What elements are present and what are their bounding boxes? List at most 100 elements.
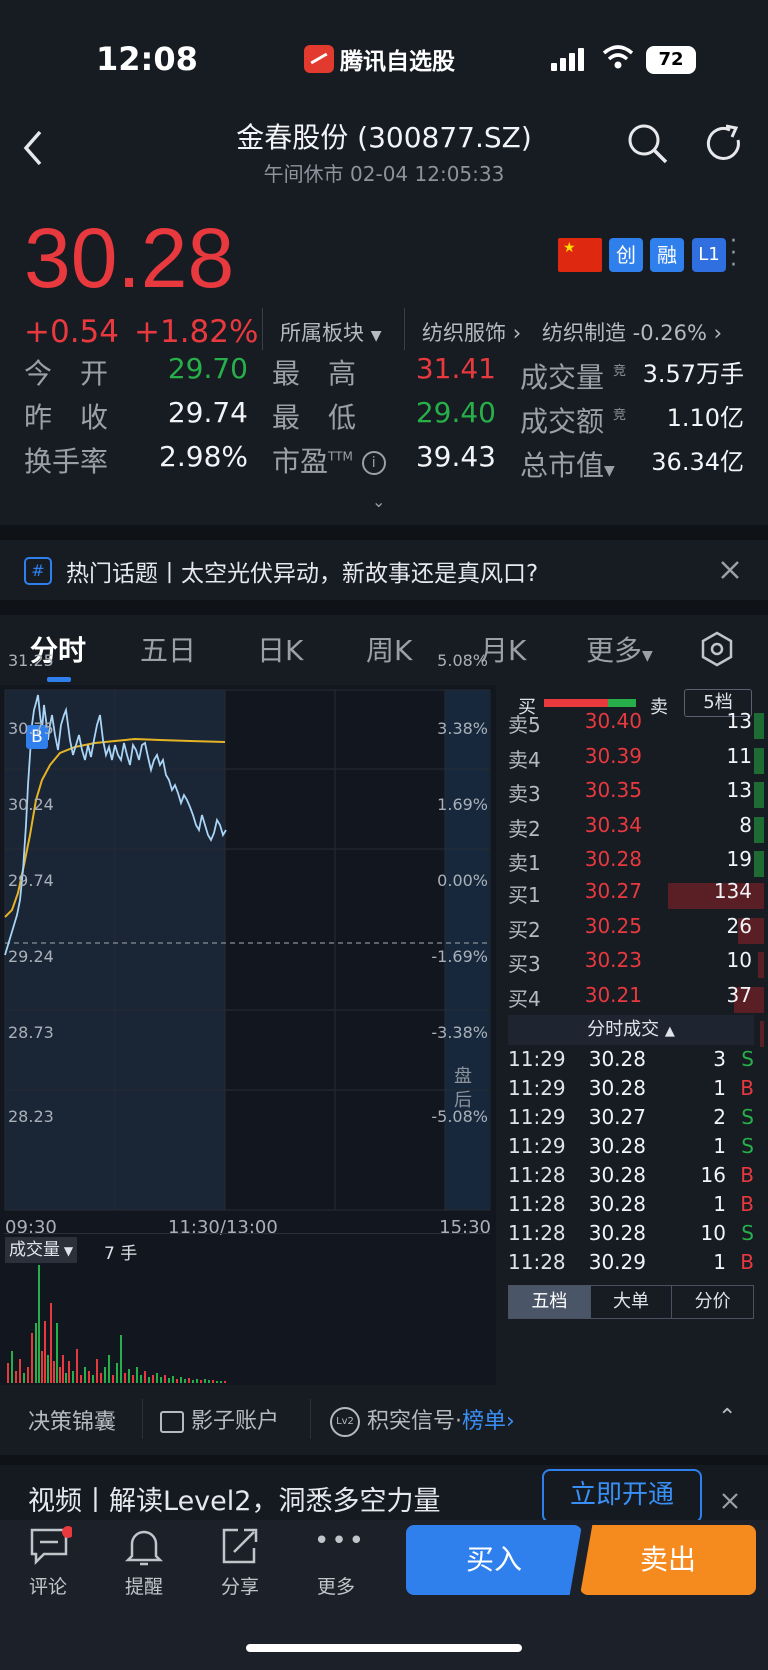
last-price: 30.28 — [24, 211, 235, 305]
ask-depth-bar — [754, 713, 764, 739]
tick-side: S — [741, 1221, 754, 1245]
level2-promo[interactable]: 视频丨解读Level2，洞悉多空力量 立即开通 — [0, 1465, 768, 1523]
y-axis-pct-tick: 1.69% — [437, 795, 488, 814]
bid-qty: 10 — [726, 948, 752, 972]
info-icon[interactable]: i — [361, 451, 386, 475]
bid-level-label: 买1 — [508, 883, 541, 907]
auction-mark: 竞 — [613, 364, 627, 379]
ask-row[interactable]: 卖5 30.40 13 — [496, 709, 768, 743]
more-vertical-icon[interactable]: · · · — [730, 231, 737, 277]
refresh-icon[interactable] — [702, 122, 746, 166]
tick-row: 11:28 30.28 10 S — [496, 1221, 768, 1250]
bid-price: 30.27 — [584, 879, 642, 903]
amount-value: 1.10亿 — [666, 404, 744, 432]
ask-row[interactable]: 卖1 30.28 19 — [496, 847, 768, 881]
nav-share[interactable]: 分享 — [212, 1572, 268, 1599]
y-axis-pct-tick: -3.38% — [431, 1023, 488, 1042]
volume-indicator-dropdown[interactable]: 成交量 ▼ — [5, 1237, 78, 1263]
footer-tab-price-distribution[interactable]: 分价 — [671, 1286, 753, 1318]
tick-time: 11:29 — [508, 1076, 566, 1100]
sector-dropdown[interactable]: 所属板块 ▼ — [280, 317, 381, 347]
activate-button[interactable]: 立即开通 — [542, 1469, 702, 1523]
close-icon[interactable] — [718, 558, 742, 582]
home-indicator — [246, 1644, 522, 1652]
battery-indicator: 72 — [646, 46, 696, 74]
tick-side: B — [740, 1250, 754, 1274]
collapse-chevron-icon[interactable]: ⌃ — [718, 1405, 736, 1430]
tab-weekly-k[interactable]: 周K — [366, 629, 412, 669]
tick-side: B — [740, 1192, 754, 1216]
tick-side: B — [740, 1163, 754, 1187]
divider — [4, 1233, 490, 1234]
ask-depth-bar — [754, 851, 764, 877]
tab-five-day[interactable]: 五日 — [140, 629, 196, 669]
market-cap-dropdown[interactable]: 总市值▼ — [520, 444, 615, 484]
bid-row[interactable]: 买1 30.27 134 — [496, 879, 768, 913]
bid-row[interactable]: 买2 30.25 26 — [496, 914, 768, 948]
tab-more[interactable]: 更多▼ — [586, 629, 653, 669]
y-axis-tick: 30.75 — [8, 719, 54, 738]
volume-bars — [7, 1265, 226, 1383]
y-axis-pct-tick: 5.08% — [437, 651, 488, 670]
topic-banner[interactable]: # 热门话题丨太空光伏异动，新故事还是真风口? — [0, 540, 768, 600]
ask-row[interactable]: 卖3 30.35 13 — [496, 778, 768, 812]
tab-daily-k[interactable]: 日K — [257, 629, 303, 669]
shadow-account-link[interactable]: 影子账户 — [160, 1403, 279, 1435]
decision-kit-link[interactable]: 决策锦囊 — [28, 1404, 116, 1436]
buy-button[interactable]: 买入 — [406, 1525, 582, 1595]
y-axis-tick: 31.25 — [8, 651, 54, 670]
sub-sector-link[interactable]: 纺织制造 -0.26% › — [542, 317, 722, 347]
sector-link[interactable]: 纺织服饰 › — [422, 317, 521, 347]
signal-link[interactable]: Lv2 积突信号·榜单› — [330, 1403, 515, 1437]
topic-text: 热门话题丨太空光伏异动，新故事还是真风口? — [66, 561, 539, 587]
divider — [142, 1399, 143, 1439]
tick-price: 30.28 — [588, 1221, 646, 1245]
bid-row[interactable]: 买4 30.21 37 — [496, 983, 768, 1017]
pe-label-text: 市盈 — [272, 445, 329, 478]
nav-alert[interactable]: 提醒 — [116, 1572, 172, 1599]
y-axis-tick: 28.23 — [8, 1107, 54, 1126]
ask-level-label: 卖5 — [508, 713, 541, 737]
tick-trades-title: 分时成交 — [587, 1019, 660, 1040]
settings-icon[interactable] — [700, 631, 734, 667]
nav-comment[interactable]: 评论 — [20, 1572, 76, 1599]
tick-qty: 2 — [713, 1105, 726, 1129]
nav-more[interactable]: 更多 — [308, 1572, 364, 1599]
footer-tab-big-orders[interactable]: 大单 — [589, 1286, 672, 1318]
expand-chevron-icon[interactable]: ⌄ — [372, 492, 385, 511]
sector-label: 所属板块 — [280, 321, 364, 345]
footer-tab-five-level[interactable]: 五档 — [509, 1286, 590, 1318]
volume-indicator-label: 成交量 — [9, 1240, 60, 1260]
ask-level-label: 卖4 — [508, 747, 541, 772]
bid-row[interactable]: 买3 30.23 10 — [496, 948, 768, 982]
tab-more-label: 更多 — [586, 634, 643, 667]
tick-trades-header[interactable]: 分时成交 ▲ — [508, 1015, 754, 1045]
bid-level-label: 买3 — [508, 952, 541, 976]
ask-qty: 11 — [726, 743, 752, 768]
sell-button[interactable]: 卖出 — [580, 1525, 756, 1595]
ask-row[interactable]: 卖4 30.39 11 — [496, 744, 768, 778]
ask-row[interactable]: 卖2 30.34 8 — [496, 813, 768, 847]
high-label: 最 高 — [272, 357, 357, 390]
auction-mark: 竞 — [613, 408, 627, 423]
tick-price: 30.28 — [588, 1134, 646, 1158]
chevron-down-icon: ▼ — [370, 328, 382, 344]
open-label: 今 开 — [24, 357, 109, 390]
volume-value: 3.57万手 — [642, 360, 744, 388]
margin-badge: 融 — [650, 238, 684, 272]
app-title: 腾讯自选股 — [304, 42, 455, 76]
lv2-icon: Lv2 — [330, 1407, 360, 1437]
close-icon[interactable] — [720, 1491, 740, 1511]
prev-close-label: 昨 收 — [24, 401, 109, 434]
y-axis-tick: 30.24 — [8, 795, 54, 814]
promo-text: 视频丨解读Level2，洞悉多空力量 — [28, 1486, 441, 1517]
tick-time: 11:28 — [508, 1192, 566, 1216]
search-icon[interactable] — [626, 122, 670, 166]
analysis-toolbar: 决策锦囊 影子账户 Lv2 积突信号·榜单› ⌃ — [0, 1385, 768, 1455]
order-book: 买 卖 5档 卖5 30.40 13 卖4 30.39 11 卖3 30.35 13 卖2 30.3… — [496, 685, 768, 1385]
market-cap-label: 总市值 — [520, 449, 605, 482]
intraday-chart[interactable]: B 31.25 30.75 30.24 29.74 29.24 28.73 28… — [0, 651, 496, 1385]
level1-badge[interactable]: L1 — [692, 238, 726, 272]
chevron-right-icon: › — [506, 1409, 515, 1434]
ranking-link[interactable]: 榜单 — [462, 1409, 506, 1434]
